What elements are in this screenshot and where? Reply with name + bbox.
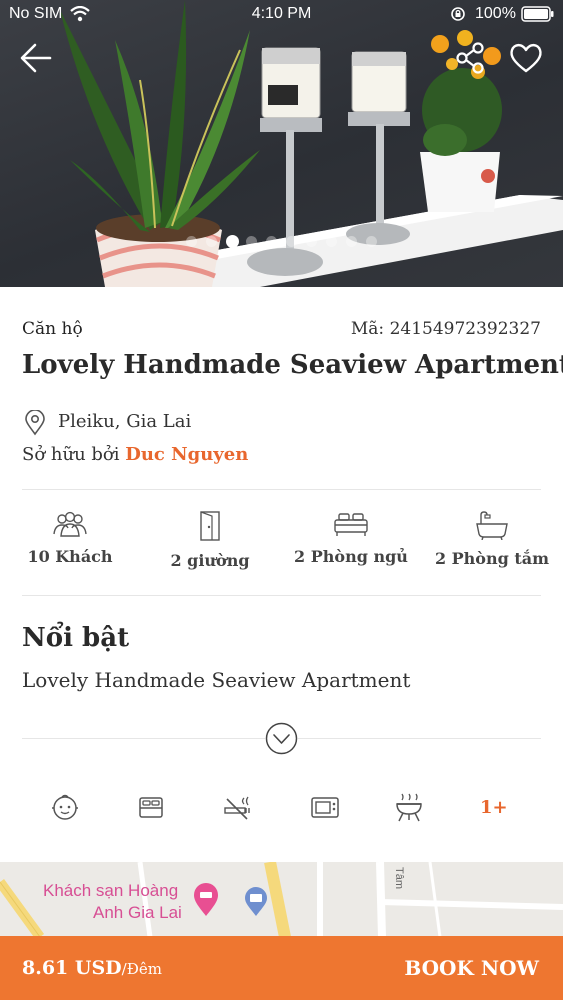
location-map[interactable]: Khách sạn Hoàng Anh Gia Lai Tâm (0, 862, 563, 937)
facility-label: 10 Khách (27, 547, 113, 566)
no-smoking-icon[interactable] (222, 792, 252, 822)
orientation-lock-icon (451, 7, 465, 21)
status-bar: No SIM 4:10 PM 100% (0, 0, 563, 30)
gallery-dot[interactable] (206, 236, 217, 247)
back-arrow-icon[interactable] (16, 38, 56, 78)
facility-label: 2 giường (170, 551, 250, 570)
share-icon[interactable] (450, 38, 490, 78)
owner-line: Sở hữu bởi Duc Nguyen (22, 444, 248, 465)
listing-code: Mã: 24154972392327 (350, 319, 541, 339)
facility-beds: 2 giường (150, 510, 270, 570)
listing-title: Lovely Handmade Seaview Apartment (22, 350, 563, 380)
price-unit: /Đêm (121, 960, 162, 978)
gallery-dot[interactable] (306, 236, 317, 247)
expand-chevron-icon[interactable] (265, 722, 298, 755)
price: 8.61 USD/Đêm (22, 957, 162, 979)
guests-icon (53, 511, 87, 537)
gallery-dot[interactable] (186, 236, 197, 247)
hotel-pin-icon[interactable] (193, 882, 219, 918)
bbq-grill-icon[interactable] (394, 792, 424, 822)
highlights-description: Lovely Handmade Seaview Apartment (22, 668, 411, 692)
owner-name-link[interactable]: Duc Nguyen (125, 444, 248, 465)
gallery-dot[interactable] (366, 236, 377, 247)
gallery-dot-active[interactable] (226, 235, 239, 248)
more-amenities-button[interactable]: 1+ (480, 797, 508, 818)
facility-label: 2 Phòng tắm (434, 549, 550, 568)
book-now-button[interactable]: BOOK NOW (404, 956, 539, 980)
map-poi-label: Khách sạn Hoàng (43, 881, 179, 900)
bed-icon (334, 513, 368, 536)
battery-icon (521, 6, 554, 22)
facility-bathrooms: 2 Phòng tắm (432, 510, 552, 568)
map-marker-icon[interactable] (244, 886, 268, 918)
facility-bedrooms: 2 Phòng ngủ (291, 510, 411, 566)
price-value: 8.61 USD (22, 957, 122, 979)
gallery-dot[interactable] (286, 236, 297, 247)
bathtub-icon (476, 511, 508, 540)
hero-photo-gallery[interactable]: No SIM 4:10 PM 100% (0, 0, 563, 287)
gallery-dot[interactable] (326, 236, 337, 247)
gallery-dot[interactable] (246, 236, 257, 247)
battery-percent: 100% (475, 5, 516, 22)
highlights-title: Nổi bật (22, 623, 130, 653)
microwave-icon[interactable] (310, 792, 340, 822)
gallery-dot[interactable] (266, 236, 277, 247)
door-icon (200, 511, 220, 541)
owner-prefix: Sở hữu bởi (22, 444, 126, 465)
location-text: Pleiku, Gia Lai (58, 411, 192, 432)
bed-icon[interactable] (136, 792, 166, 822)
booking-bar: 8.61 USD/Đêm BOOK NOW (0, 936, 563, 1000)
map-street-label: Tâm (393, 867, 405, 889)
facility-guests: 10 Khách (10, 510, 130, 566)
baby-icon[interactable] (50, 792, 80, 822)
divider (22, 489, 541, 490)
divider (22, 595, 541, 596)
map-poi-label: Anh Gia Lai (93, 903, 182, 922)
facility-label: 2 Phòng ngủ (294, 547, 408, 566)
heart-icon[interactable] (506, 38, 546, 78)
property-type: Căn hộ (22, 319, 83, 339)
gallery-dot[interactable] (346, 236, 357, 247)
location-pin-icon (25, 410, 45, 436)
